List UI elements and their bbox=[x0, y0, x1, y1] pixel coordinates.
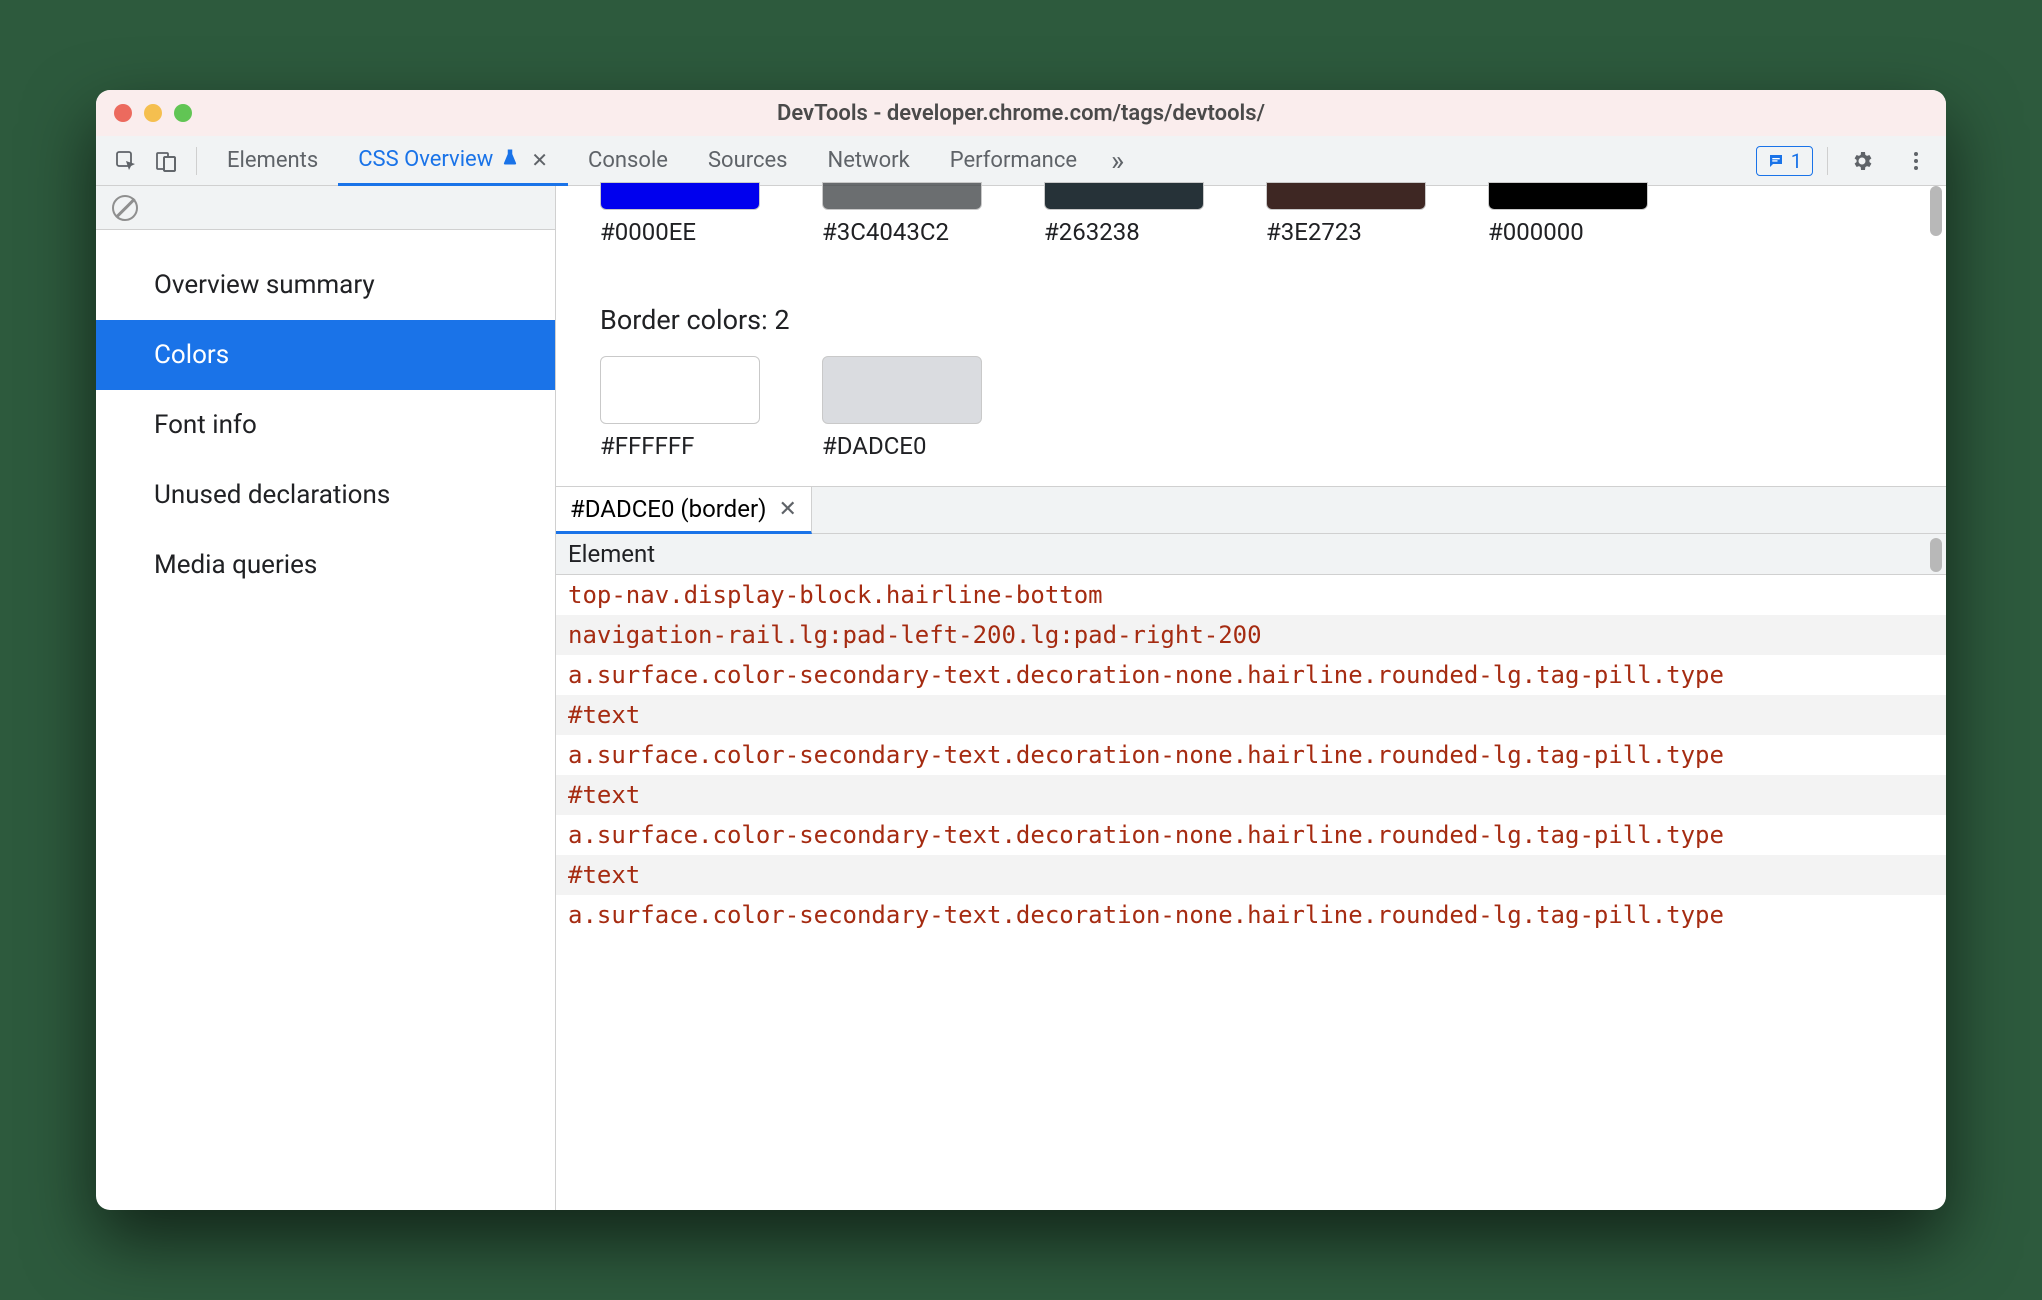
titlebar: DevTools - developer.chrome.com/tags/dev… bbox=[96, 90, 1946, 136]
element-row[interactable]: a.surface.color-secondary-text.decoratio… bbox=[556, 735, 1946, 775]
issues-count: 1 bbox=[1791, 149, 1802, 173]
swatch-label: #FFFFFF bbox=[600, 432, 694, 460]
color-swatch[interactable]: #3C4043C2 bbox=[822, 182, 982, 246]
tab-performance[interactable]: Performance bbox=[930, 136, 1097, 185]
border-color-swatch[interactable]: #FFFFFF bbox=[600, 356, 760, 460]
sidebar-item-label: Colors bbox=[154, 340, 229, 370]
element-row[interactable]: #text bbox=[556, 855, 1946, 895]
element-list: top-nav.display-block.hairline-bottomnav… bbox=[556, 575, 1946, 1210]
issues-button[interactable]: 1 bbox=[1756, 146, 1813, 176]
tab-label: Console bbox=[588, 148, 668, 173]
close-window-button[interactable] bbox=[114, 104, 132, 122]
tab-sources[interactable]: Sources bbox=[688, 136, 808, 185]
traffic-lights bbox=[96, 104, 192, 122]
swatch-label: #3C4043C2 bbox=[822, 218, 949, 246]
tab-label: Performance bbox=[950, 148, 1077, 173]
inspect-element-icon[interactable] bbox=[106, 141, 146, 181]
swatch-chip bbox=[600, 182, 760, 210]
swatch-chip bbox=[822, 182, 982, 210]
swatch-label: #DADCE0 bbox=[822, 432, 926, 460]
sidebar-item-media-queries[interactable]: Media queries bbox=[96, 530, 555, 600]
minimize-window-button[interactable] bbox=[144, 104, 162, 122]
sidebar: Overview summary Colors Font info Unused… bbox=[96, 186, 556, 1210]
border-swatch-row: #FFFFFF #DADCE0 bbox=[600, 356, 1946, 460]
clear-overview-icon[interactable] bbox=[112, 195, 138, 221]
sidebar-item-label: Overview summary bbox=[154, 270, 375, 300]
tab-elements[interactable]: Elements bbox=[207, 136, 338, 185]
tab-label: CSS Overview bbox=[358, 147, 493, 172]
settings-gear-icon[interactable] bbox=[1842, 141, 1882, 181]
details-tab[interactable]: #DADCE0 (border) ✕ bbox=[556, 487, 812, 534]
color-swatch[interactable]: #263238 bbox=[1044, 182, 1204, 246]
tab-label: Elements bbox=[227, 148, 318, 173]
element-row[interactable]: navigation-rail.lg:pad-left-200.lg:pad-r… bbox=[556, 615, 1946, 655]
chat-icon bbox=[1767, 152, 1785, 170]
sidebar-item-label: Media queries bbox=[154, 550, 317, 580]
swatch-area: #0000EE #3C4043C2 #263238 #3E2723 #000000 Bo… bbox=[556, 186, 1946, 486]
maximize-window-button[interactable] bbox=[174, 104, 192, 122]
sidebar-header bbox=[96, 186, 555, 230]
kebab-menu-icon[interactable] bbox=[1896, 141, 1936, 181]
window-title: DevTools - developer.chrome.com/tags/dev… bbox=[96, 101, 1946, 126]
color-swatch-row: #0000EE #3C4043C2 #263238 #3E2723 #000000 bbox=[600, 182, 1946, 246]
swatch-label: #000000 bbox=[1488, 218, 1584, 246]
main-row: Overview summary Colors Font info Unused… bbox=[96, 186, 1946, 1210]
tab-label: Network bbox=[828, 148, 910, 173]
separator bbox=[1827, 147, 1828, 175]
swatch-chip bbox=[1488, 182, 1648, 210]
element-row[interactable]: top-nav.display-block.hairline-bottom bbox=[556, 575, 1946, 615]
color-swatch[interactable]: #000000 bbox=[1488, 182, 1648, 246]
experiment-flask-icon bbox=[501, 148, 519, 171]
swatch-chip bbox=[600, 356, 760, 424]
border-colors-heading: Border colors: 2 bbox=[600, 304, 1946, 336]
details-tab-label: #DADCE0 (border) bbox=[570, 495, 766, 523]
sidebar-nav: Overview summary Colors Font info Unused… bbox=[96, 230, 555, 600]
swatch-chip bbox=[1266, 182, 1426, 210]
element-row[interactable]: a.surface.color-secondary-text.decoratio… bbox=[556, 655, 1946, 695]
sidebar-item-font-info[interactable]: Font info bbox=[96, 390, 555, 460]
color-swatch[interactable]: #3E2723 bbox=[1266, 182, 1426, 246]
border-color-swatch[interactable]: #DADCE0 bbox=[822, 356, 982, 460]
element-row[interactable]: a.surface.color-secondary-text.decoratio… bbox=[556, 815, 1946, 855]
close-details-tab-icon[interactable]: ✕ bbox=[778, 497, 796, 522]
element-row[interactable]: #text bbox=[556, 695, 1946, 735]
tab-network[interactable]: Network bbox=[808, 136, 930, 185]
element-list-header: Element bbox=[556, 534, 1946, 575]
swatch-chip bbox=[822, 356, 982, 424]
close-tab-icon[interactable]: ✕ bbox=[527, 148, 548, 172]
element-header-label: Element bbox=[568, 540, 655, 568]
sidebar-item-label: Font info bbox=[154, 410, 257, 440]
content: #0000EE #3C4043C2 #263238 #3E2723 #000000 Bo… bbox=[556, 186, 1946, 1210]
devtools-window: DevTools - developer.chrome.com/tags/dev… bbox=[96, 90, 1946, 1210]
scrollbar-thumb[interactable] bbox=[1930, 538, 1942, 572]
swatch-chip bbox=[1044, 182, 1204, 210]
element-row[interactable]: a.surface.color-secondary-text.decoratio… bbox=[556, 895, 1946, 935]
sidebar-item-label: Unused declarations bbox=[154, 480, 390, 510]
separator bbox=[196, 147, 197, 175]
sidebar-item-colors[interactable]: Colors bbox=[96, 320, 555, 390]
scrollbar-thumb[interactable] bbox=[1930, 186, 1942, 236]
details-tab-row: #DADCE0 (border) ✕ bbox=[556, 486, 1946, 534]
swatch-label: #263238 bbox=[1044, 218, 1140, 246]
color-swatch[interactable]: #0000EE bbox=[600, 182, 760, 246]
swatch-label: #3E2723 bbox=[1266, 218, 1362, 246]
tab-label: Sources bbox=[708, 148, 788, 173]
tab-css-overview[interactable]: CSS Overview ✕ bbox=[338, 136, 568, 186]
sidebar-item-unused-declarations[interactable]: Unused declarations bbox=[96, 460, 555, 530]
tab-console[interactable]: Console bbox=[568, 136, 688, 185]
device-toolbar-icon[interactable] bbox=[146, 141, 186, 181]
element-row[interactable]: #text bbox=[556, 775, 1946, 815]
devtools-tabbar: Elements CSS Overview ✕ Console Sources … bbox=[96, 136, 1946, 186]
swatch-label: #0000EE bbox=[600, 218, 696, 246]
sidebar-item-overview-summary[interactable]: Overview summary bbox=[96, 250, 555, 320]
panel-tabs: Elements CSS Overview ✕ Console Sources … bbox=[207, 136, 1097, 185]
more-tabs-button[interactable]: » bbox=[1097, 144, 1138, 177]
